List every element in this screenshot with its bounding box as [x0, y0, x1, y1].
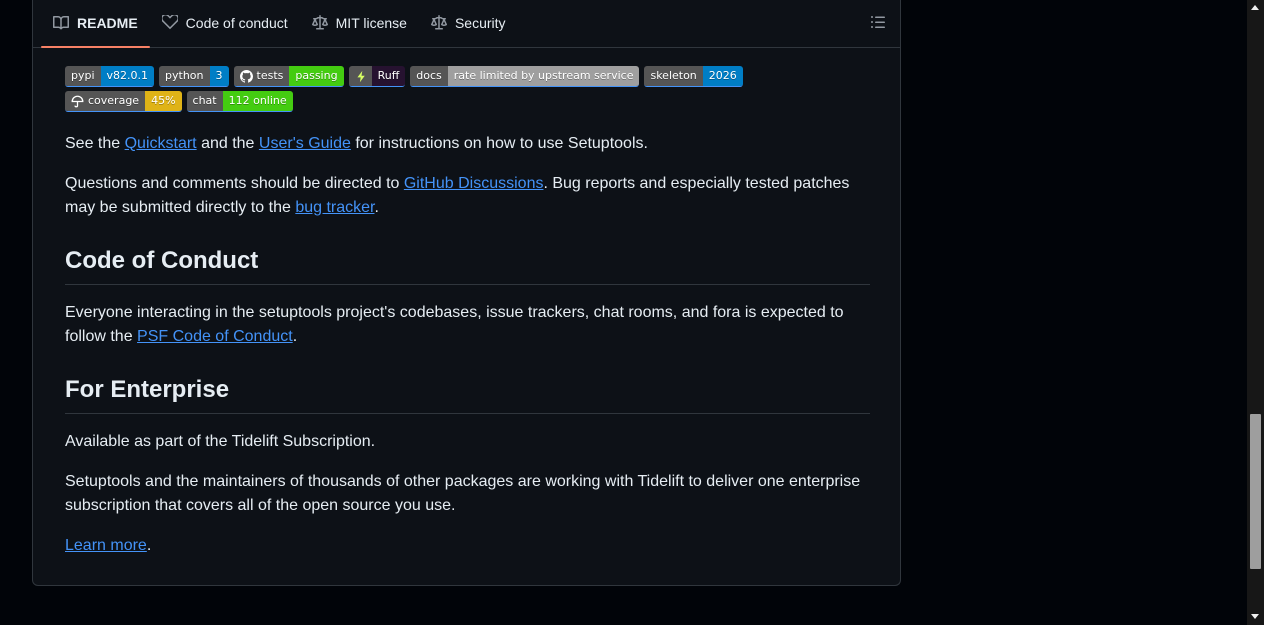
book-icon — [53, 15, 69, 29]
readme-tabbar: README Code of conduct MIT license Secur… — [33, 0, 900, 48]
psf-code-of-conduct-link[interactable]: PSF Code of Conduct — [137, 328, 293, 345]
badge-value: 2026 — [702, 66, 743, 86]
badge-label: python — [159, 66, 210, 86]
badge-chat[interactable]: chat 112 online — [186, 91, 293, 112]
heart-icon — [161, 14, 178, 29]
tab-code-of-conduct[interactable]: Code of conduct — [150, 0, 300, 47]
text: Questions and comments should be directe… — [65, 175, 404, 192]
learn-more-link[interactable]: Learn more — [65, 537, 147, 554]
list-unordered-icon — [871, 16, 885, 28]
users-guide-link[interactable]: User's Guide — [259, 135, 351, 152]
text: . — [374, 199, 379, 216]
badge-label: chat — [186, 91, 223, 111]
badge-value: 3 — [209, 66, 229, 86]
badge-ruff[interactable]: Ruff — [348, 66, 406, 87]
learn-more-paragraph: Learn more. — [65, 534, 870, 558]
badge-python[interactable]: python 3 — [159, 66, 229, 87]
badge-value: 45% — [145, 91, 182, 111]
code-of-conduct-paragraph: Everyone interacting in the setuptools p… — [65, 301, 870, 349]
badge-label: docs — [410, 66, 448, 86]
badge-coverage[interactable]: coverage 45% — [65, 91, 182, 112]
text: See the — [65, 135, 125, 152]
bug-tracker-link[interactable]: bug tracker — [295, 199, 374, 216]
quickstart-link[interactable]: Quickstart — [125, 135, 197, 152]
badge-row: pypi v82.0.1 python 3 tests passing Ruff — [65, 66, 855, 112]
badge-skeleton[interactable]: skeleton 2026 — [644, 66, 743, 87]
scroll-up-arrow-icon[interactable] — [1251, 5, 1259, 10]
badge-label-wrap: tests — [233, 66, 290, 86]
readme-panel: README Code of conduct MIT license Secur… — [32, 0, 901, 586]
ruff-bolt-icon — [357, 70, 365, 82]
law-icon — [430, 14, 447, 29]
text: and the — [196, 135, 259, 152]
tab-readme[interactable]: README — [41, 0, 150, 48]
badge-pypi[interactable]: pypi v82.0.1 — [65, 66, 155, 87]
badge-label: pypi — [65, 66, 101, 86]
badge-label-wrap: coverage — [65, 91, 146, 111]
text: for instructions on how to use Setuptool… — [350, 135, 648, 152]
badge-label: skeleton — [644, 66, 703, 86]
badge-value: passing — [289, 66, 344, 86]
badge-value: v82.0.1 — [100, 66, 155, 86]
page-scrollbar[interactable] — [1247, 0, 1264, 625]
scroll-down-arrow-icon[interactable] — [1251, 614, 1259, 619]
badge-label-wrap — [348, 66, 372, 86]
tab-security[interactable]: Security — [419, 0, 518, 47]
for-enterprise-heading: For Enterprise — [65, 375, 870, 414]
outline-button[interactable] — [868, 12, 888, 32]
text: . — [292, 328, 298, 345]
badge-tests[interactable]: tests passing — [233, 66, 344, 87]
tab-readme-label: README — [77, 14, 138, 31]
github-discussions-link[interactable]: GitHub Discussions — [404, 175, 544, 192]
code-of-conduct-heading: Code of Conduct — [65, 246, 870, 285]
tidelift-availability: Available as part of the Tidelift Subscr… — [65, 433, 376, 450]
readme-content: pypi v82.0.1 python 3 tests passing Ruff — [65, 66, 870, 558]
badge-value: 112 online — [222, 91, 293, 111]
badge-docs[interactable]: docs rate limited by upstream service — [410, 66, 640, 87]
law-icon — [311, 14, 328, 29]
badge-label: coverage — [88, 94, 140, 107]
tidelift-description: Setuptools and the maintainers of thousa… — [65, 473, 861, 514]
badge-value: rate limited by upstream service — [447, 66, 640, 86]
tab-security-label: Security — [454, 14, 506, 31]
badge-value: Ruff — [371, 66, 406, 86]
umbrella-icon — [71, 95, 84, 107]
badge-label: tests — [256, 69, 284, 82]
intro-paragraph: See the Quickstart and the User's Guide … — [65, 132, 870, 156]
github-icon — [239, 69, 253, 83]
text: . — [146, 537, 152, 554]
tab-mit-license-label: MIT license — [335, 14, 407, 31]
scrollbar-thumb[interactable] — [1250, 414, 1261, 569]
tab-mit-license[interactable]: MIT license — [300, 0, 419, 47]
tab-code-of-conduct-label: Code of conduct — [185, 14, 288, 31]
questions-paragraph: Questions and comments should be directe… — [65, 172, 870, 220]
